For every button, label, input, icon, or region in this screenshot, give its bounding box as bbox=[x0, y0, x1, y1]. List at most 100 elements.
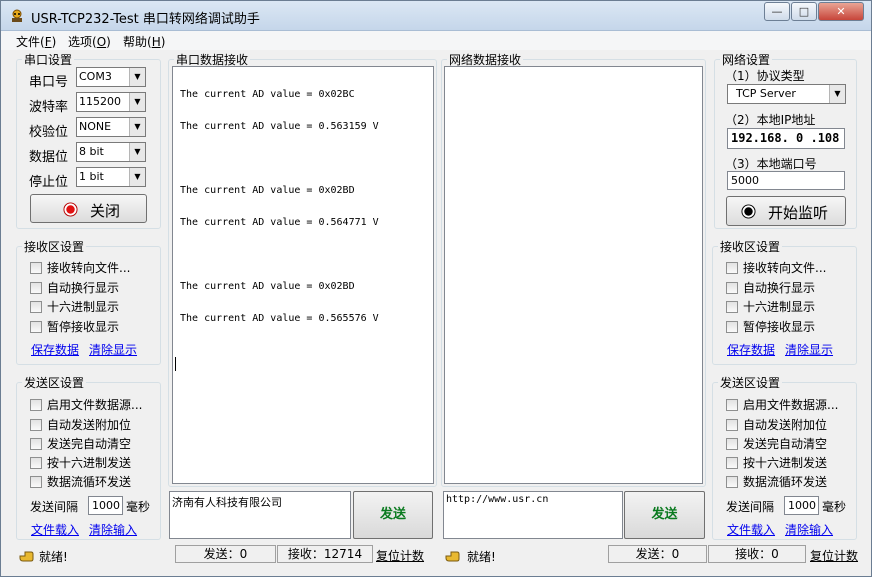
right-interval-input[interactable]: 1000 bbox=[784, 496, 819, 515]
listen-indicator-icon bbox=[741, 204, 756, 219]
baud-label: 波特率 bbox=[29, 100, 69, 115]
left-send-count: 发送：0 bbox=[175, 545, 276, 563]
checkbox[interactable] bbox=[30, 457, 42, 469]
ip-input[interactable]: 192.168. 0 .108 bbox=[727, 128, 845, 149]
right-recv-option-pause[interactable]: 暂停接收显示 bbox=[726, 318, 815, 334]
checkbox[interactable] bbox=[726, 321, 738, 333]
network-settings-title: 网络设置 bbox=[722, 53, 771, 67]
hand-icon bbox=[445, 551, 460, 562]
maximize-button[interactable]: □ bbox=[791, 2, 817, 21]
right-recv-option-auto-wrap[interactable]: 自动换行显示 bbox=[726, 279, 815, 295]
serial-send-input[interactable]: 济南有人科技有限公司 bbox=[169, 491, 351, 539]
left-reset-count-button[interactable]: 复位计数 bbox=[376, 547, 424, 564]
local-port-input[interactable]: 5000 bbox=[727, 171, 845, 190]
app-icon bbox=[12, 9, 22, 22]
chevron-down-icon: ▼ bbox=[829, 85, 845, 103]
menu-bar: 文件(F) 选项(O) 帮助(H) bbox=[1, 31, 871, 50]
checkbox[interactable] bbox=[726, 476, 738, 488]
close-window-button[interactable]: ✕ bbox=[818, 2, 864, 21]
status-indicator-icon bbox=[63, 202, 78, 217]
right-recv-option-to-file[interactable]: 接收转向文件... bbox=[726, 259, 826, 275]
serial-close-button[interactable]: 关闭 bbox=[30, 194, 147, 223]
right-status-text: 就绪! bbox=[467, 550, 496, 564]
right-interval-label: 发送间隔 bbox=[726, 500, 775, 514]
window-title: USR-TCP232-Test 串口转网络调试助手 bbox=[31, 12, 260, 27]
left-receive-settings-title: 接收区设置 bbox=[24, 240, 85, 254]
checkbox[interactable] bbox=[726, 438, 738, 450]
ip-label: （2）本地IP地址 bbox=[725, 113, 816, 127]
minimize-button[interactable]: — bbox=[764, 2, 790, 21]
right-recv-option-hex[interactable]: 十六进制显示 bbox=[726, 298, 815, 314]
right-file-load-link[interactable]: 文件载入 bbox=[727, 521, 775, 538]
left-send-option-hex[interactable]: 按十六进制发送 bbox=[30, 454, 131, 470]
serial-receive-line: The current AD value = 0x02BD bbox=[180, 281, 355, 292]
right-save-data-link[interactable]: 保存数据 bbox=[727, 341, 775, 358]
network-receive-textarea[interactable] bbox=[444, 66, 703, 484]
chevron-down-icon: ▼ bbox=[129, 168, 145, 186]
serial-send-button[interactable]: 发送 bbox=[353, 491, 433, 539]
checkbox[interactable] bbox=[30, 321, 42, 333]
left-recv-option-pause[interactable]: 暂停接收显示 bbox=[30, 318, 119, 334]
baud-select[interactable]: 115200 ▼ bbox=[76, 92, 146, 112]
checkbox[interactable] bbox=[30, 301, 42, 313]
right-send-settings-title: 发送区设置 bbox=[720, 376, 781, 390]
checkbox[interactable] bbox=[30, 282, 42, 294]
right-send-option-loop[interactable]: 数据流循环发送 bbox=[726, 473, 827, 489]
right-send-option-hex[interactable]: 按十六进制发送 bbox=[726, 454, 827, 470]
left-send-option-file-source[interactable]: 启用文件数据源... bbox=[30, 396, 142, 412]
checkbox[interactable] bbox=[30, 438, 42, 450]
chevron-down-icon: ▼ bbox=[129, 68, 145, 86]
left-interval-input[interactable]: 1000 bbox=[88, 496, 123, 515]
stopbits-select[interactable]: 1 bit ▼ bbox=[76, 167, 146, 187]
serial-receive-textarea[interactable]: The current AD value = 0x02BC The curren… bbox=[172, 66, 434, 484]
right-send-count: 发送：0 bbox=[608, 545, 707, 563]
serial-receive-line: The current AD value = 0x02BD bbox=[180, 185, 355, 196]
left-clear-display-link[interactable]: 清除显示 bbox=[89, 341, 137, 358]
port-select[interactable]: COM3 ▼ bbox=[76, 67, 146, 87]
menu-help[interactable]: 帮助(H) bbox=[123, 33, 165, 50]
left-send-option-append-bits[interactable]: 自动发送附加位 bbox=[30, 416, 131, 432]
checkbox[interactable] bbox=[726, 399, 738, 411]
chevron-down-icon: ▼ bbox=[129, 93, 145, 111]
checkbox[interactable] bbox=[30, 419, 42, 431]
right-clear-input-link[interactable]: 清除输入 bbox=[785, 521, 833, 538]
left-send-option-loop[interactable]: 数据流循环发送 bbox=[30, 473, 131, 489]
menu-options[interactable]: 选项(O) bbox=[68, 33, 111, 50]
left-recv-option-to-file[interactable]: 接收转向文件... bbox=[30, 259, 130, 275]
checkbox[interactable] bbox=[726, 282, 738, 294]
checkbox[interactable] bbox=[726, 301, 738, 313]
checkbox[interactable] bbox=[30, 262, 42, 274]
right-send-option-file-source[interactable]: 启用文件数据源... bbox=[726, 396, 838, 412]
menu-file[interactable]: 文件(F) bbox=[16, 33, 56, 50]
right-send-option-auto-clear[interactable]: 发送完自动清空 bbox=[726, 435, 827, 451]
right-reset-count-button[interactable]: 复位计数 bbox=[810, 547, 858, 564]
checkbox[interactable] bbox=[726, 457, 738, 469]
left-recv-option-hex[interactable]: 十六进制显示 bbox=[30, 298, 119, 314]
network-send-button[interactable]: 发送 bbox=[624, 491, 705, 539]
right-clear-display-link[interactable]: 清除显示 bbox=[785, 341, 833, 358]
checkbox[interactable] bbox=[726, 262, 738, 274]
left-send-option-auto-clear[interactable]: 发送完自动清空 bbox=[30, 435, 131, 451]
checkbox[interactable] bbox=[30, 476, 42, 488]
databits-select[interactable]: 8 bit ▼ bbox=[76, 142, 146, 162]
right-send-option-append-bits[interactable]: 自动发送附加位 bbox=[726, 416, 827, 432]
start-listen-label: 开始监听 bbox=[768, 204, 829, 222]
left-file-load-link[interactable]: 文件载入 bbox=[31, 521, 79, 538]
network-send-input[interactable]: http://www.usr.cn bbox=[443, 491, 623, 539]
chevron-down-icon: ▼ bbox=[129, 143, 145, 161]
serial-close-label: 关闭 bbox=[90, 202, 121, 220]
left-recv-option-auto-wrap[interactable]: 自动换行显示 bbox=[30, 279, 119, 295]
left-save-data-link[interactable]: 保存数据 bbox=[31, 341, 79, 358]
parity-select[interactable]: NONE ▼ bbox=[76, 117, 146, 137]
chevron-down-icon: ▼ bbox=[129, 118, 145, 136]
serial-receive-line: The current AD value = 0.564771 V bbox=[180, 217, 379, 228]
left-interval-unit: 毫秒 bbox=[126, 500, 151, 514]
right-interval-unit: 毫秒 bbox=[822, 500, 847, 514]
serial-receive-line: The current AD value = 0.563159 V bbox=[180, 121, 379, 132]
start-listen-button[interactable]: 开始监听 bbox=[726, 196, 846, 226]
hand-icon bbox=[19, 551, 34, 562]
left-clear-input-link[interactable]: 清除输入 bbox=[89, 521, 137, 538]
checkbox[interactable] bbox=[30, 399, 42, 411]
checkbox[interactable] bbox=[726, 419, 738, 431]
protocol-select[interactable]: TCP Server ▼ bbox=[727, 84, 846, 104]
